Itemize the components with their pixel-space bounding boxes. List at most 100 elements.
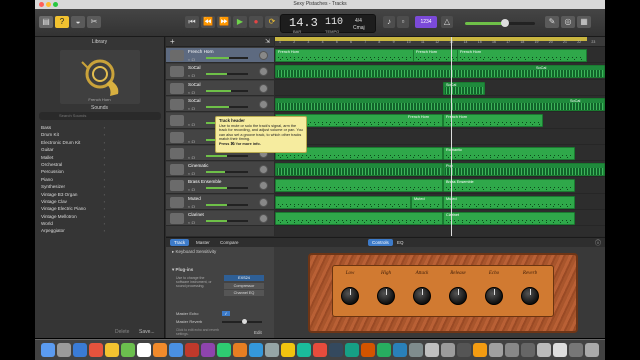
pan-knob[interactable] [259, 181, 268, 191]
mute-solo-icons[interactable]: ◐ ☊ [188, 122, 195, 127]
region[interactable] [275, 163, 443, 177]
metronome-button[interactable]: △ [441, 16, 453, 28]
mute-solo-icons[interactable]: ◐ ☊ [188, 187, 195, 192]
pan-knob[interactable] [259, 51, 268, 60]
playhead[interactable] [451, 37, 452, 236]
amp-knob[interactable] [341, 287, 359, 305]
dock-app-icon[interactable] [233, 343, 247, 357]
editors-button[interactable]: ✂ [87, 16, 101, 28]
media-browser-button[interactable]: ▦ [577, 16, 591, 28]
dock-app-icon[interactable] [425, 343, 439, 357]
tab-controls[interactable]: Controls [368, 239, 393, 246]
region[interactable]: SoCal [443, 81, 485, 95]
edit-button[interactable]: Edit [254, 330, 262, 335]
track-volume-slider[interactable] [206, 105, 248, 108]
dock-app-icon[interactable] [409, 343, 423, 357]
dock-app-icon[interactable] [393, 343, 407, 357]
pan-knob[interactable] [259, 99, 268, 109]
dock-app-icon[interactable] [185, 343, 199, 357]
dock-app-icon[interactable] [201, 343, 215, 357]
badge-button[interactable]: 1234 [415, 16, 437, 28]
mute-solo-icons[interactable]: ◐ ☊ [188, 73, 195, 78]
sound-category-item[interactable]: Drum Kit › [35, 131, 165, 138]
dock-app-icon[interactable] [473, 343, 487, 357]
ruler[interactable]: 1234567891011121314151617181920212223 [275, 37, 605, 47]
dock-app-icon[interactable] [361, 343, 375, 357]
info-icon[interactable]: ⓘ [595, 238, 601, 247]
dock-app-icon[interactable] [249, 343, 263, 357]
smart-tracks-icon[interactable]: ⇲ [265, 38, 270, 45]
region[interactable]: SoCal [275, 65, 605, 79]
dock-app-icon[interactable] [569, 343, 583, 357]
region[interactable]: SoCal [275, 97, 605, 111]
dock-app-icon[interactable] [537, 343, 551, 357]
dock-app-icon[interactable] [585, 343, 599, 357]
delete-button[interactable]: Delete [115, 329, 129, 335]
track-header[interactable]: SoCal ◐ ☊ [166, 80, 274, 96]
mute-solo-icons[interactable]: ◐ ☊ [188, 220, 195, 225]
fast-forward-button[interactable]: ⏩ [217, 16, 231, 28]
tab-eq[interactable]: EQ [393, 239, 408, 246]
track-volume-slider[interactable] [206, 220, 248, 222]
dock-app-icon[interactable] [121, 343, 135, 357]
track-header[interactable]: French Horn ◐ ☊ [166, 48, 274, 64]
dock-app-icon[interactable] [505, 343, 519, 357]
record-button[interactable]: ● [249, 16, 263, 28]
region[interactable] [275, 212, 443, 225]
track-header[interactable]: Clarinet ◐ ☊ [166, 211, 274, 227]
region[interactable]: French Horn [443, 114, 543, 128]
track-lane[interactable]: French Horn French Horn [275, 113, 605, 129]
lcd-display[interactable]: 14.3 BAR 110 TEMPO 4/4 Cmaj [280, 14, 376, 34]
dock-app-icon[interactable] [457, 343, 471, 357]
track-volume-slider[interactable] [206, 203, 248, 206]
plugin-slot-2[interactable]: Compressor [224, 283, 264, 289]
sound-category-item[interactable]: Electronic Drum Kit › [35, 139, 165, 146]
track-volume-slider[interactable] [206, 154, 248, 157]
sound-search-input[interactable]: Search Sounds [39, 112, 161, 120]
track-header[interactable]: Cinematic ◐ ☊ [166, 162, 274, 178]
save-button[interactable]: Save... [139, 329, 155, 335]
dock-app-icon[interactable] [105, 343, 119, 357]
track-lane[interactable]: Romantic [275, 146, 605, 162]
dock-app-icon[interactable] [41, 343, 55, 357]
track-volume-slider[interactable] [206, 171, 248, 174]
sound-category-item[interactable]: World › [35, 220, 165, 227]
region[interactable]: Romantic [443, 146, 575, 160]
track-lane[interactable]: Muted Muted [275, 195, 605, 211]
track-header[interactable]: SoCal ◐ ☊ [166, 64, 274, 80]
go-to-beginning-button[interactable]: ⏮ [185, 16, 199, 28]
tuner-button[interactable]: ♪ [383, 16, 395, 28]
region[interactable]: Clarinet [443, 212, 575, 225]
dock-app-icon[interactable] [89, 343, 103, 357]
smart-controls-button[interactable]: ◒ [71, 16, 85, 28]
track-volume-slider[interactable] [206, 73, 248, 76]
dock-app-icon[interactable] [217, 343, 231, 357]
notepad-button[interactable]: ✎ [545, 16, 559, 28]
track-volume-slider[interactable] [206, 89, 248, 92]
plugins-label[interactable]: ▾ Plug-ins [172, 267, 193, 273]
track-lane[interactable]: Clarinet [275, 211, 605, 227]
cycle-button[interactable]: ⟳ [265, 16, 279, 28]
pan-knob[interactable] [259, 197, 268, 207]
sound-category-item[interactable]: Vintage Electric Piano › [35, 205, 165, 212]
master-reverb-slider[interactable] [222, 319, 262, 324]
track-volume-slider[interactable] [206, 57, 248, 59]
track-header[interactable]: Brass Ensemble ◐ ☊ [166, 178, 274, 194]
pan-knob[interactable] [259, 67, 268, 77]
dock-app-icon[interactable] [57, 343, 71, 357]
dock-app-icon[interactable] [313, 343, 327, 357]
tab-master[interactable]: Master [192, 239, 214, 246]
tab-compare[interactable]: Compare [216, 239, 243, 246]
track-lane[interactable]: French Horn French Horn French Horn [275, 48, 605, 64]
dock-app-icon[interactable] [521, 343, 535, 357]
region[interactable] [275, 195, 411, 209]
rewind-button[interactable]: ⏪ [201, 16, 215, 28]
sound-category-item[interactable]: Orchestral › [35, 161, 165, 168]
tracks-area[interactable]: 1234567891011121314151617181920212223 Fr… [275, 37, 605, 236]
sound-category-item[interactable]: Guitar › [35, 146, 165, 153]
dock-app-icon[interactable] [73, 343, 87, 357]
pan-knob[interactable] [259, 214, 268, 223]
track-lane[interactable]: Pop [275, 162, 605, 178]
plugin-slot-1[interactable]: EXS24 [224, 275, 264, 281]
dock-app-icon[interactable] [377, 343, 391, 357]
